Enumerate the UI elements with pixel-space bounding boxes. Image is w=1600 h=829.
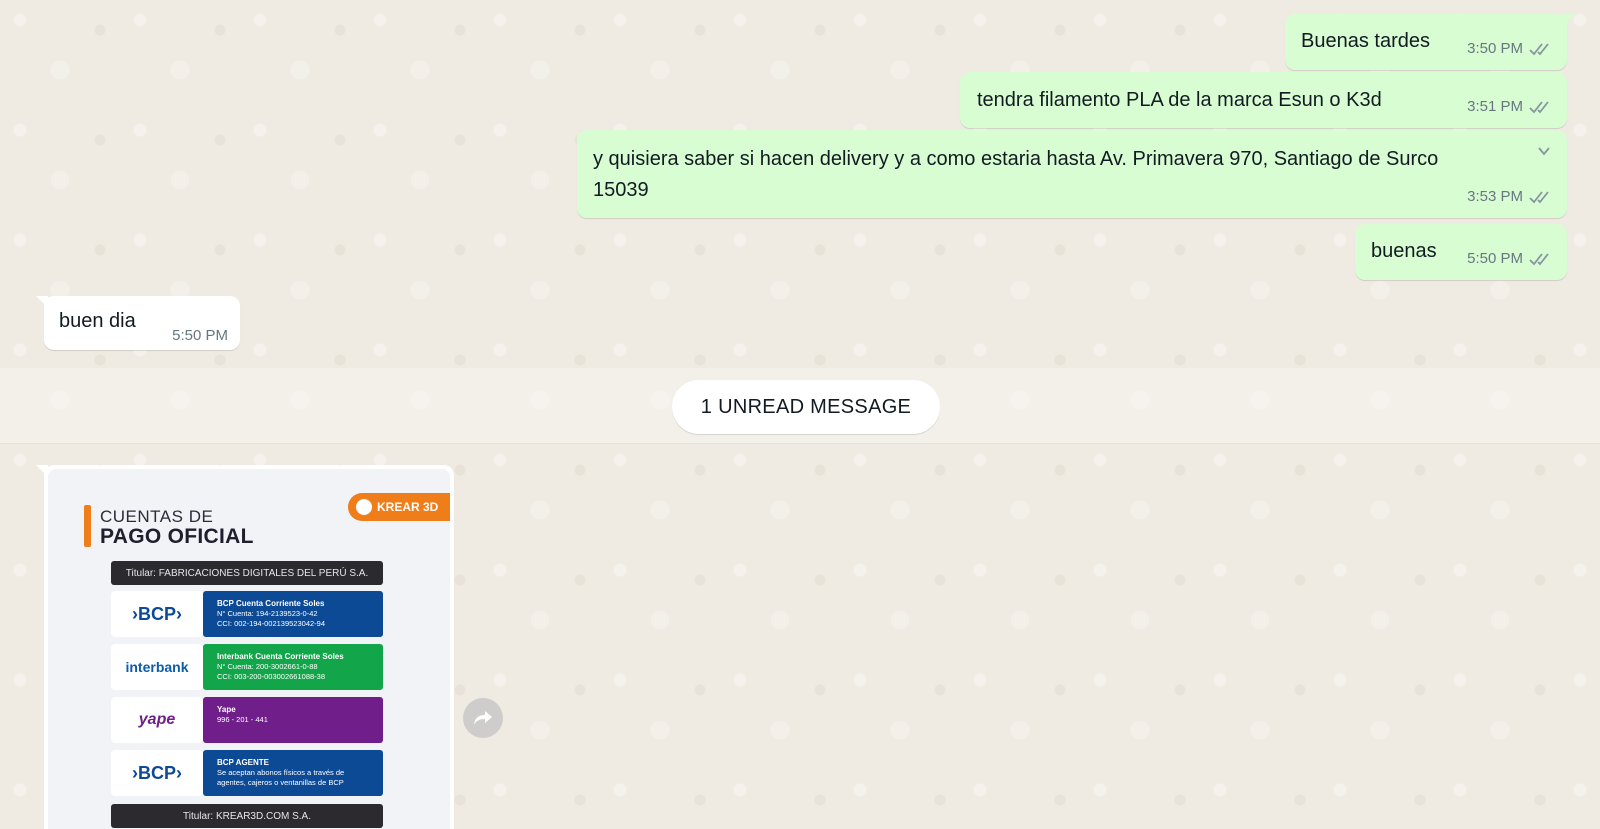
bank-account-yape: yape Yape 996 - 201 - 441 xyxy=(111,697,383,743)
bank-details: Yape 996 - 201 - 441 xyxy=(203,697,383,743)
bubble-tail xyxy=(36,296,48,308)
bank-details: BCP AGENTE Se aceptan abonos físicos a t… xyxy=(203,750,383,796)
message-text: y quisiera saber si hacen delivery y a c… xyxy=(593,148,1439,201)
double-check-icon xyxy=(1529,252,1549,265)
message-meta: 3:53 PM xyxy=(1467,181,1555,212)
bank-account-bcp: ›BCP› BCP Cuenta Corriente Soles N° Cuen… xyxy=(111,591,383,637)
bcp-logo: ›BCP› xyxy=(111,591,203,637)
message-meta: 5:50 PM xyxy=(172,327,228,344)
message-time: 3:50 PM xyxy=(1467,40,1523,57)
bank-account-interbank: interbank Interbank Cuenta Corriente Sol… xyxy=(111,644,383,690)
bank-details: Interbank Cuenta Corriente Soles N° Cuen… xyxy=(203,644,383,690)
bank-line2: CCI: 002-194-002139523042-94 xyxy=(217,619,325,628)
bank-title: Yape xyxy=(217,705,236,714)
payment-accounts-image[interactable]: CUENTAS DE PAGO OFICIAL KREAR 3D Titular… xyxy=(48,469,450,829)
message-meta: 3:50 PM xyxy=(1467,33,1555,64)
double-check-icon xyxy=(1529,42,1549,55)
account-holder-banner: Titular: KREAR3D.COM S.A. xyxy=(111,804,383,828)
incoming-message[interactable]: buen dia 5:50 PM xyxy=(36,296,240,350)
chevron-down-icon[interactable] xyxy=(1535,142,1553,160)
message-text: tendra filamento PLA de la marca Esun o … xyxy=(977,89,1382,111)
title-accent-bar xyxy=(84,505,91,547)
message-meta: 5:50 PM xyxy=(1467,243,1555,274)
bcp-logo: ›BCP› xyxy=(111,750,203,796)
forward-icon xyxy=(474,711,492,725)
message-text: buenas xyxy=(1371,240,1437,262)
bank-line1: N° Cuenta: 194-2139523-0-42 xyxy=(217,609,318,618)
message-text: Buenas tardes xyxy=(1301,30,1430,52)
outgoing-message[interactable]: y quisiera saber si hacen delivery y a c… xyxy=(577,130,1567,218)
bank-line1: N° Cuenta: 200-3002661-0-88 xyxy=(217,662,318,671)
bank-title: BCP Cuenta Corriente Soles xyxy=(217,599,325,608)
account-holder-banner: Titular: FABRICACIONES DIGITALES DEL PER… xyxy=(111,561,383,585)
krear3d-logo: KREAR 3D xyxy=(348,493,450,521)
yape-logo: yape xyxy=(111,697,203,743)
unread-messages-badge: 1 UNREAD MESSAGE xyxy=(672,380,940,434)
bubble-tail xyxy=(1563,14,1575,26)
bank-line1: 996 - 201 - 441 xyxy=(217,715,268,724)
bubble-tail xyxy=(36,465,48,477)
logo-icon xyxy=(356,499,372,515)
bank-details: BCP Cuenta Corriente Soles N° Cuenta: 19… xyxy=(203,591,383,637)
interbank-logo: interbank xyxy=(111,644,203,690)
message-text: buen dia xyxy=(59,310,136,332)
message-time: 3:53 PM xyxy=(1467,188,1523,205)
message-time: 5:50 PM xyxy=(1467,250,1523,267)
brand-name: KREAR 3D xyxy=(377,500,439,514)
incoming-image-message[interactable]: CUENTAS DE PAGO OFICIAL KREAR 3D Titular… xyxy=(36,465,454,829)
outgoing-message[interactable]: Buenas tardes 3:50 PM xyxy=(1285,14,1575,70)
bank-title: BCP AGENTE xyxy=(217,758,270,767)
message-time: 3:51 PM xyxy=(1467,98,1523,115)
outgoing-message[interactable]: tendra filamento PLA de la marca Esun o … xyxy=(960,72,1567,128)
outgoing-message[interactable]: buenas 5:50 PM xyxy=(1355,224,1567,280)
bank-title: Interbank Cuenta Corriente Soles xyxy=(217,652,344,661)
double-check-icon xyxy=(1529,190,1549,203)
poster-title-line2: PAGO OFICIAL xyxy=(100,525,254,548)
bank-line1: Se aceptan abonos físicos a través de xyxy=(217,768,345,777)
bank-line2: CCI: 003-200-003002661088-38 xyxy=(217,672,325,681)
bank-account-bcp-agente: ›BCP› BCP AGENTE Se aceptan abonos físic… xyxy=(111,750,383,796)
forward-button[interactable] xyxy=(463,698,503,738)
message-meta: 3:51 PM xyxy=(1467,91,1555,122)
double-check-icon xyxy=(1529,100,1549,113)
poster-title-line1: CUENTAS DE xyxy=(100,507,214,526)
message-time: 5:50 PM xyxy=(172,327,228,344)
bank-line2: agentes, cajeros o ventanillas de BCP xyxy=(217,778,344,787)
